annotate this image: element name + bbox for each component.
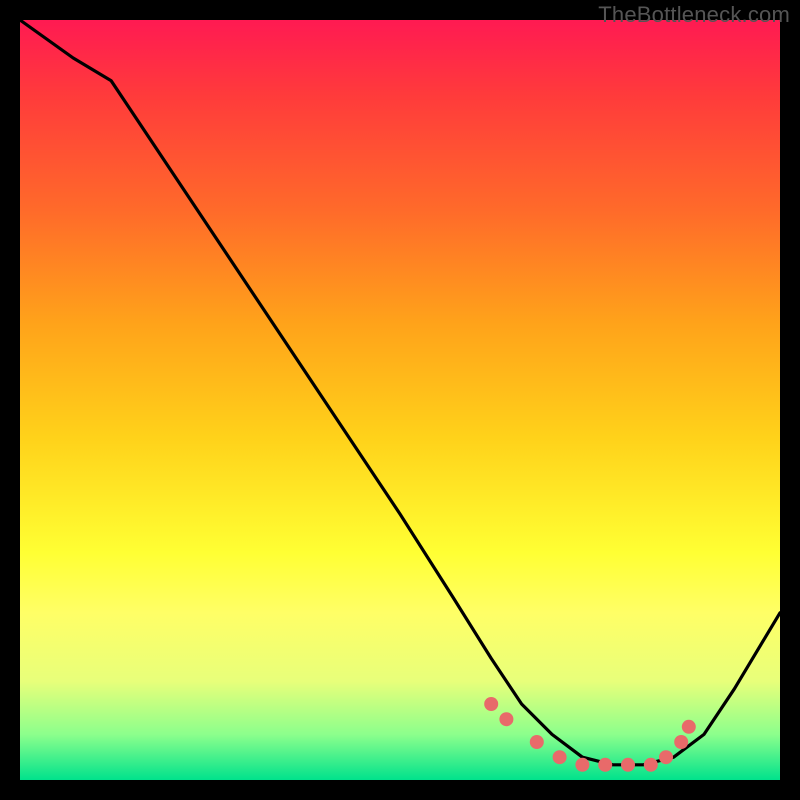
chart-overlay — [20, 20, 780, 780]
curve-path — [20, 20, 780, 765]
marker-point — [575, 758, 589, 772]
marker-point — [553, 750, 567, 764]
marker-point — [621, 758, 635, 772]
marker-point — [499, 712, 513, 726]
marker-point — [598, 758, 612, 772]
marker-point — [674, 735, 688, 749]
marker-point — [682, 720, 696, 734]
marker-point — [530, 735, 544, 749]
curve-line — [20, 20, 780, 765]
marker-point — [484, 697, 498, 711]
marker-point — [659, 750, 673, 764]
marker-point — [644, 758, 658, 772]
